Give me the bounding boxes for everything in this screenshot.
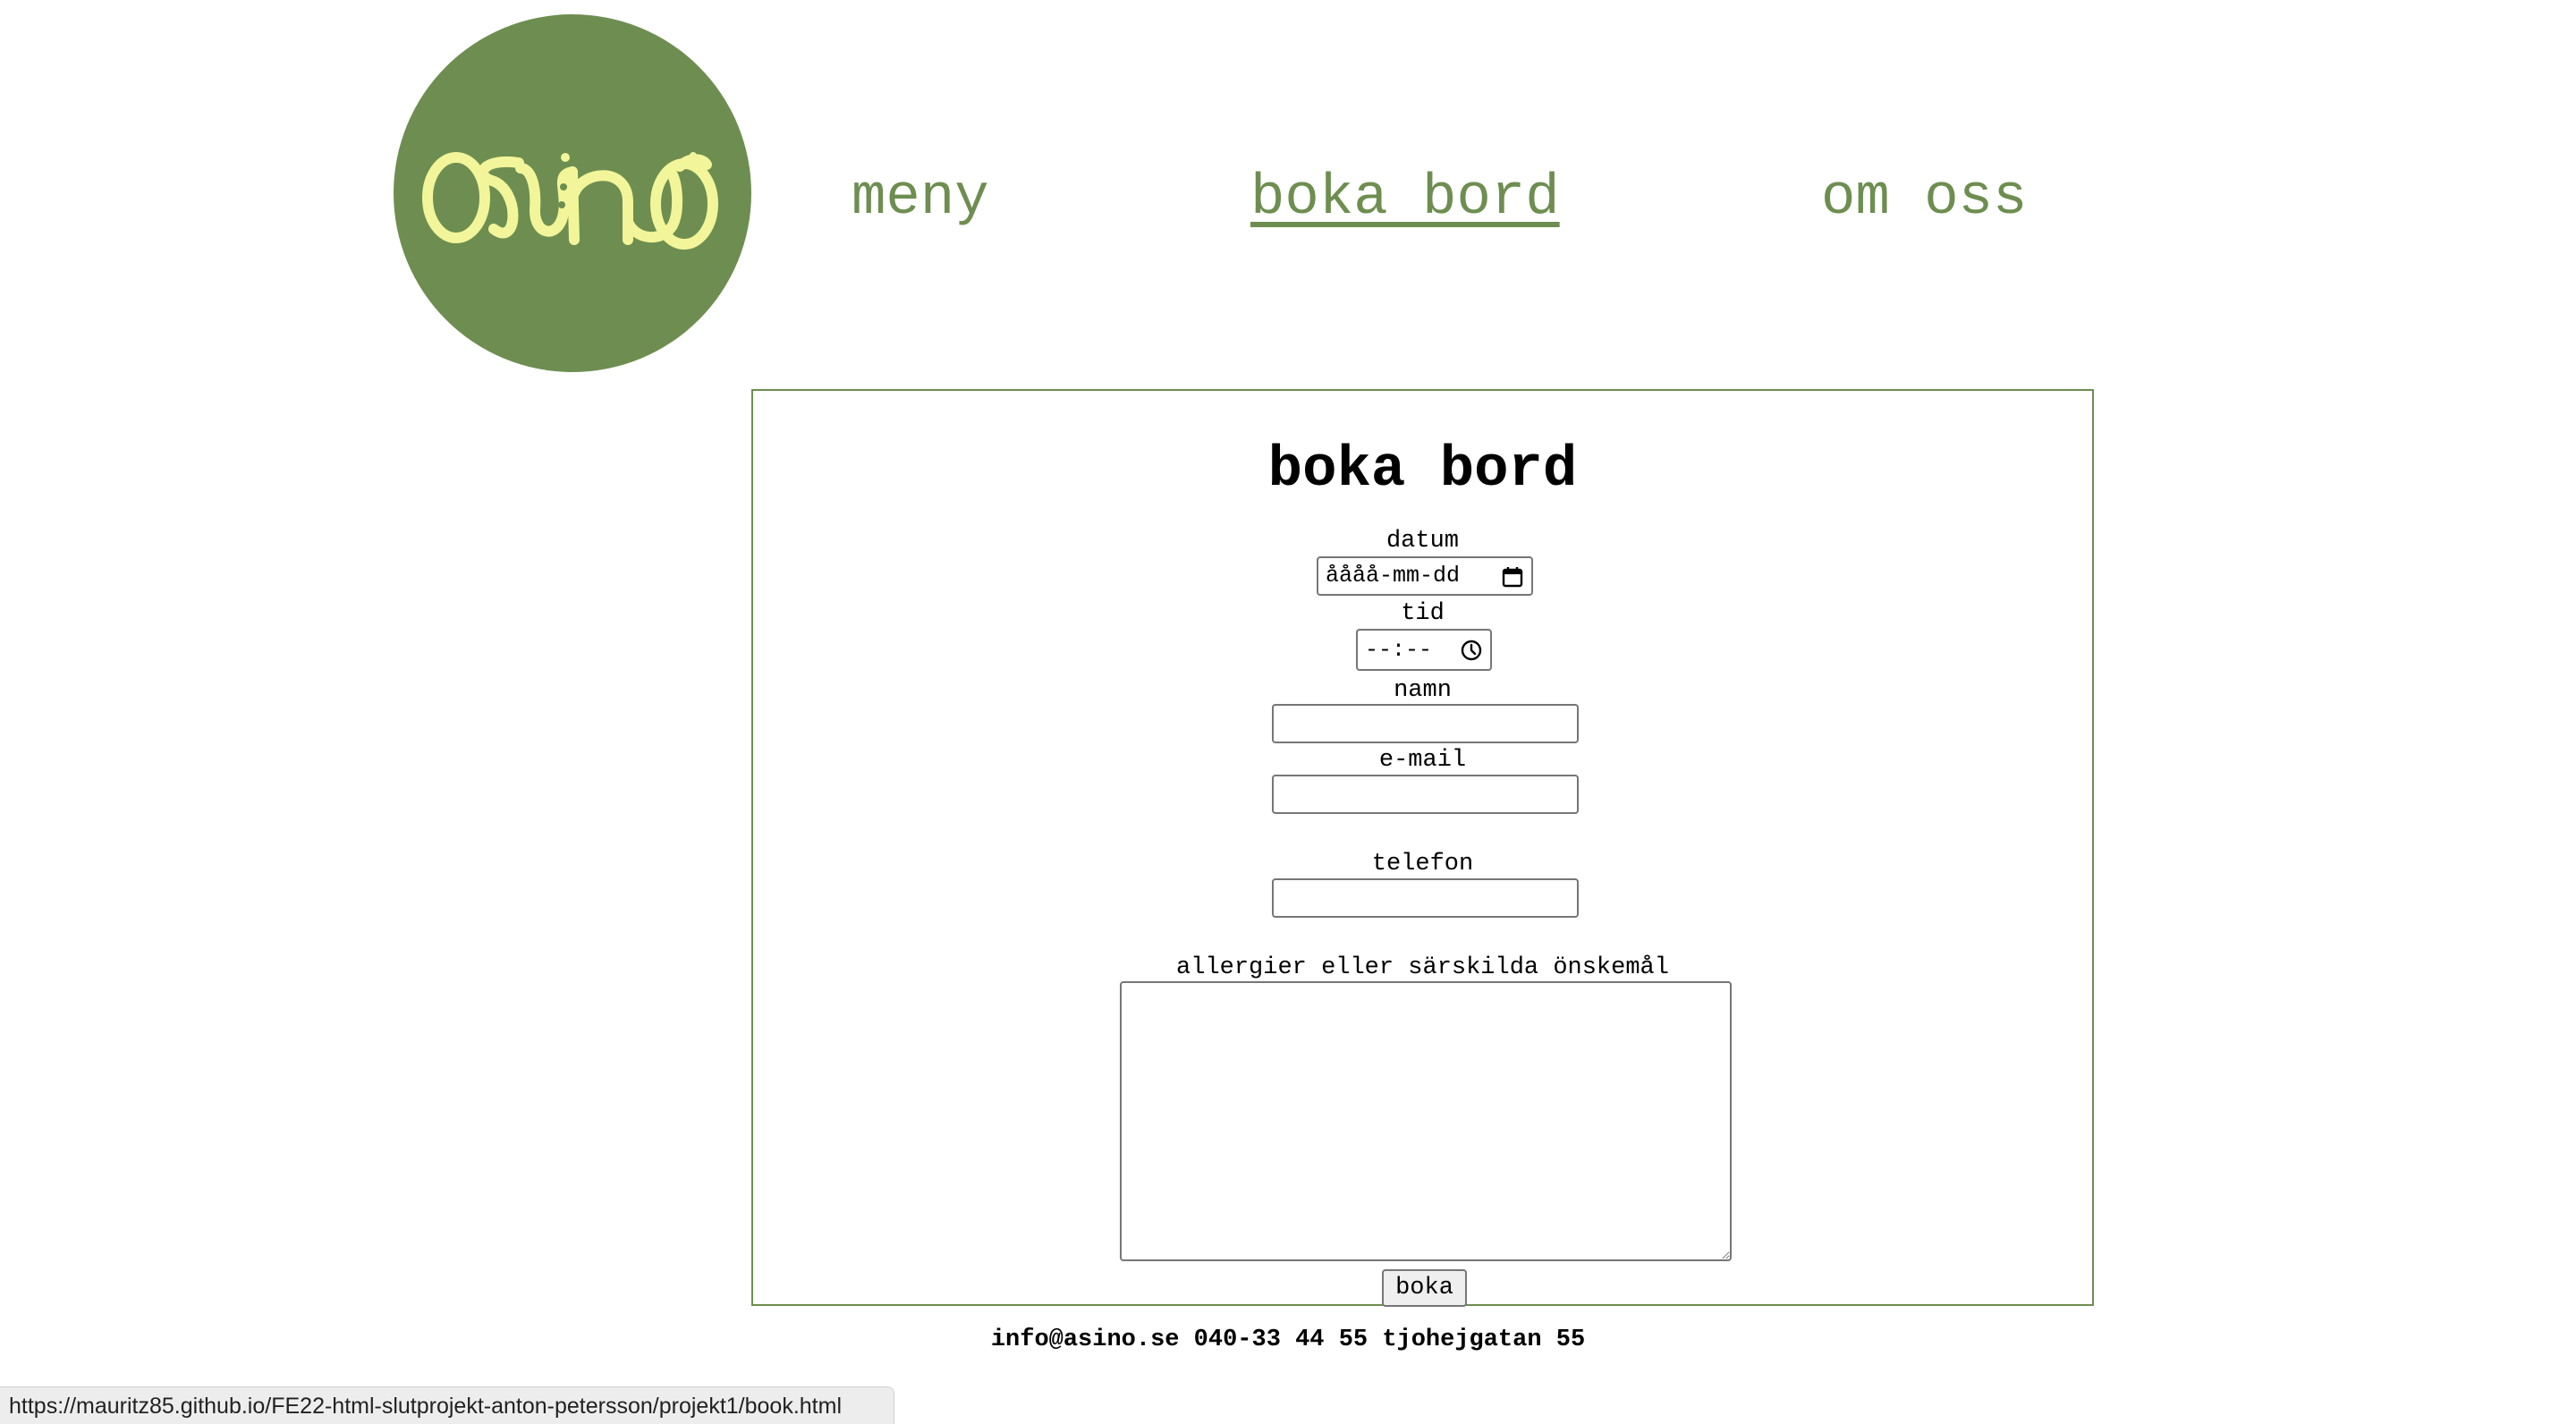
tid-time-input[interactable]: --:--: [1356, 629, 1492, 671]
nav-link-om-oss[interactable]: om oss: [1821, 161, 2027, 236]
email-input[interactable]: [1272, 775, 1579, 814]
logo-link[interactable]: [394, 14, 751, 372]
namn-label: namn: [1394, 677, 1452, 704]
telefon-input[interactable]: [1272, 878, 1579, 918]
boka-button[interactable]: boka: [1382, 1269, 1467, 1307]
status-bar-url: https://mauritz85.github.io/FE22-html-sl…: [0, 1386, 894, 1424]
nav-link-boka-bord[interactable]: boka bord: [1250, 161, 1560, 236]
datum-label: datum: [1385, 528, 1459, 555]
clock-icon[interactable]: [1460, 639, 1483, 662]
tid-label: tid: [1401, 600, 1445, 627]
namn-input[interactable]: [1272, 704, 1579, 743]
telefon-label: telefon: [1371, 851, 1474, 877]
allergier-textarea[interactable]: [1120, 981, 1732, 1261]
booking-form: boka bord datum åååå-mm-dd tid --:-- nam…: [751, 389, 2094, 1307]
email-label: e-mail: [1378, 747, 1467, 774]
nav-link-meny[interactable]: meny: [852, 161, 989, 236]
tid-placeholder: --:--: [1365, 637, 1433, 663]
page-title: boka bord: [1267, 438, 1578, 503]
calendar-icon[interactable]: [1501, 565, 1524, 589]
asino-logo-icon: [422, 152, 718, 250]
footer-contact: info@asino.se 040-33 44 55 tjohejgatan 5…: [990, 1327, 1586, 1353]
allergier-label: allergier eller särskilda önskemål: [1176, 954, 1669, 981]
datum-placeholder: åååå-mm-dd: [1326, 563, 1461, 589]
datum-date-input[interactable]: åååå-mm-dd: [1317, 556, 1533, 596]
